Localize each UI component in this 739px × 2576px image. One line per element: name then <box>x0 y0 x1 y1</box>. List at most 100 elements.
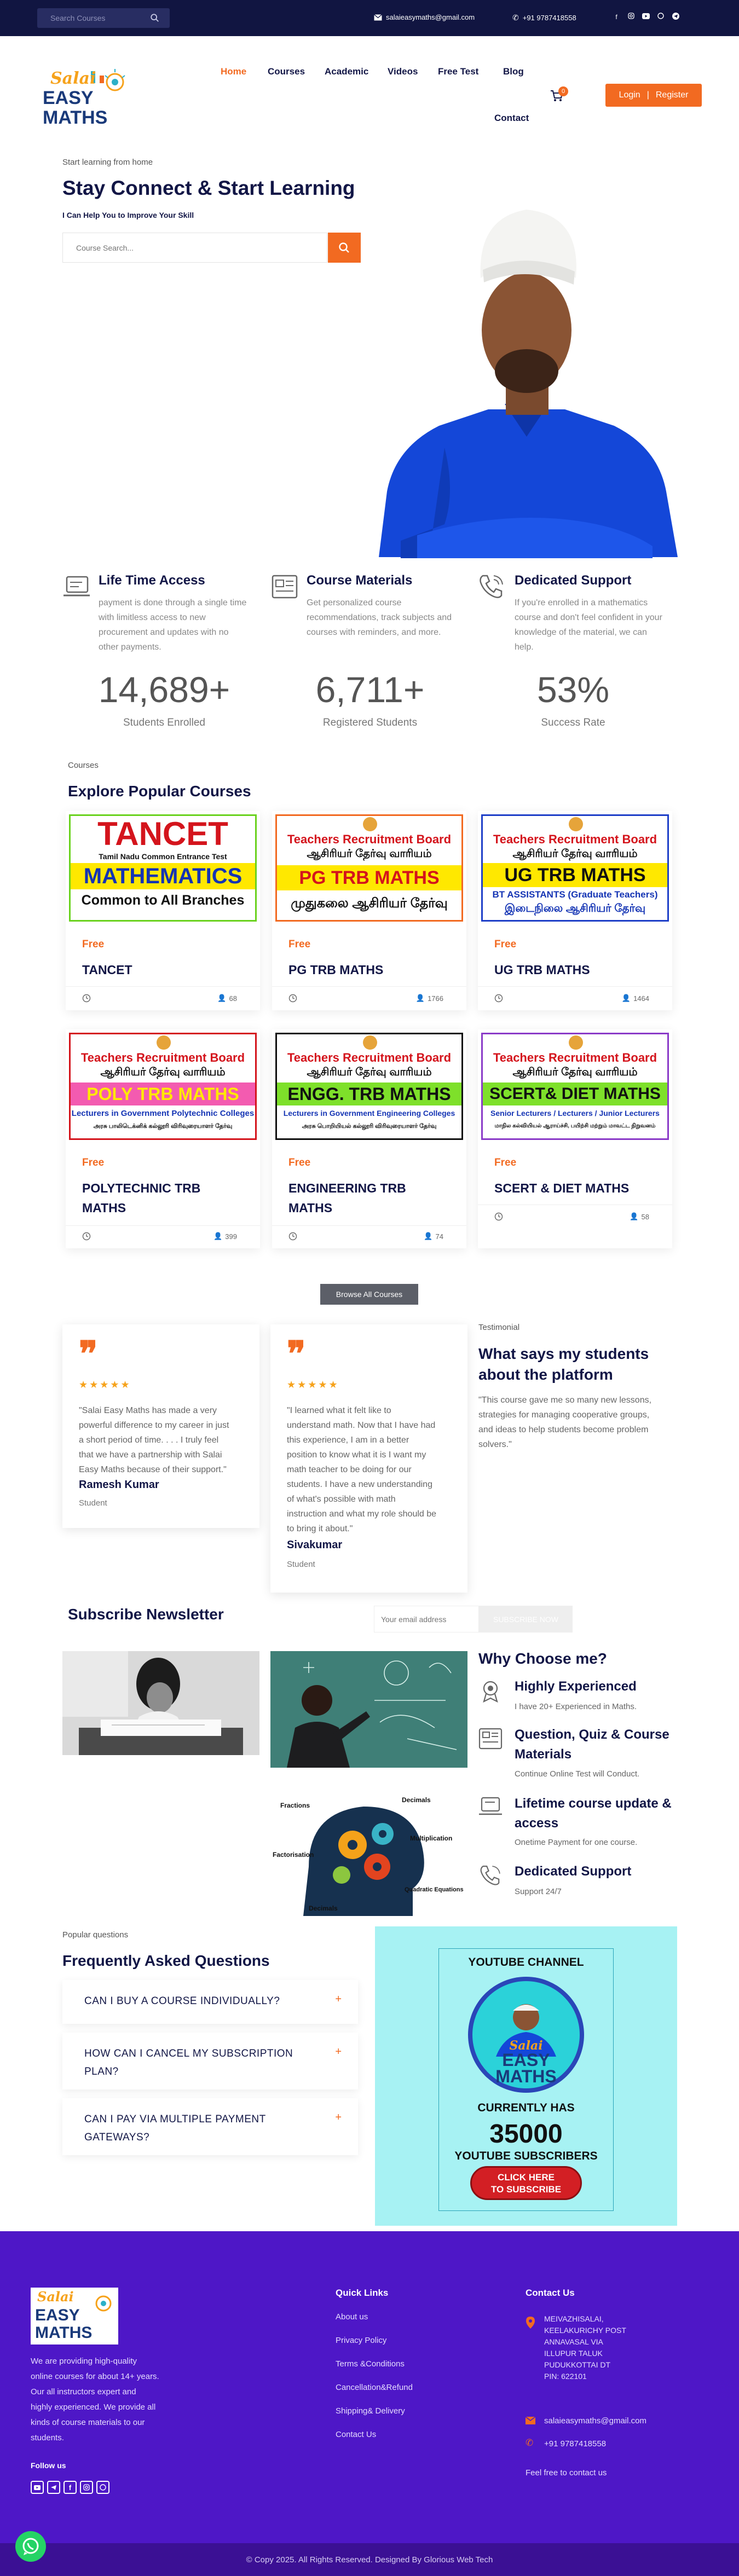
newsletter-email-input[interactable] <box>374 1606 479 1633</box>
footer-email[interactable]: salaieasymaths@gmail.com <box>544 2416 646 2426</box>
user-icon: 👤 <box>621 994 631 1002</box>
phone-icon: ✆ <box>512 13 519 22</box>
course-banner-pg-trb: Teachers Recruitment Board ஆசிரியர் தேர்… <box>275 814 463 922</box>
nav-free-test[interactable]: Free Test <box>438 66 478 77</box>
course-card-engineering-trb-maths[interactable]: Teachers Recruitment Board ஆசிரியர் தேர்… <box>272 1029 466 1248</box>
instagram-icon[interactable] <box>627 13 636 21</box>
feature-title-lifetime-access: Life Time Access <box>99 573 205 588</box>
clock-icon <box>82 1232 91 1241</box>
stat-registered-students-label: Registered Students <box>322 717 418 728</box>
register-link[interactable]: Register <box>656 90 689 100</box>
top-phone[interactable]: ✆ +91 9787418558 <box>512 13 576 22</box>
feature-text-lifetime-access: payment is done through a single time wit… <box>99 598 247 652</box>
support-phone-icon <box>480 575 503 598</box>
nav-blog[interactable]: Blog <box>503 66 524 77</box>
subscribe-button[interactable]: SUBSCRIBE NOW <box>479 1606 573 1633</box>
telegram-icon[interactable] <box>47 2481 60 2494</box>
top-phone-text[interactable]: +91 9787418558 <box>523 14 576 22</box>
contact-us-title: Contact Us <box>526 2288 575 2298</box>
plus-icon[interactable]: + <box>335 2046 342 2058</box>
faq-kicker: Popular questions <box>62 1930 129 1940</box>
plus-icon[interactable]: + <box>335 2111 342 2124</box>
nav-contact[interactable]: Contact <box>494 113 529 124</box>
search-icon[interactable] <box>150 13 160 23</box>
footer-link-contact[interactable]: Contact Us <box>336 2430 376 2439</box>
footer-link-privacy[interactable]: Privacy Policy <box>336 2336 386 2345</box>
youtube-icon[interactable] <box>642 13 650 21</box>
tn-emblem-icon <box>363 1035 377 1050</box>
youtube-promo-panel[interactable]: YOUTUBE CHANNEL Salai EASY MATHS CURRENT… <box>375 1926 677 2226</box>
whatsapp-icon <box>22 2538 39 2555</box>
login-link[interactable]: Login <box>619 90 640 100</box>
footer-phone[interactable]: +91 9787418558 <box>544 2439 606 2448</box>
course-banner-ug-trb: Teachers Recruitment Board ஆசிரியர் தேர்… <box>481 814 669 922</box>
whatsapp-icon[interactable] <box>656 13 665 21</box>
browse-all-courses-button[interactable]: Browse All Courses <box>320 1284 418 1305</box>
faq-question[interactable]: CAN I PAY VIA MULTIPLE PAYMENT GATEWAYS? <box>84 2110 266 2146</box>
instagram-icon[interactable] <box>80 2481 93 2494</box>
why-item-text: I have 20+ Experienced in Maths. <box>515 1702 637 1711</box>
course-card-ug-trb-maths[interactable]: Teachers Recruitment Board ஆசிரியர் தேர்… <box>478 811 672 1010</box>
footer-link-cancellation[interactable]: Cancellation&Refund <box>336 2383 413 2392</box>
bulb-icon <box>95 2295 112 2312</box>
facebook-icon[interactable]: f <box>63 2481 77 2494</box>
course-students: 👤 1766 <box>415 994 443 1003</box>
nav-academic[interactable]: Academic <box>325 66 368 77</box>
top-email-text[interactable]: salaieasymaths@gmail.com <box>386 13 475 21</box>
plus-icon[interactable]: + <box>335 1993 342 2006</box>
mail-icon <box>374 14 382 20</box>
hero-search-button[interactable] <box>328 233 361 263</box>
why-item-title: Dedicated Support <box>515 1864 632 1879</box>
whatsapp-float-button[interactable] <box>15 2531 46 2562</box>
course-materials-icon <box>272 575 298 599</box>
logo-word-3: MATHS <box>43 107 108 128</box>
auth-buttons: Login | Register <box>605 84 702 107</box>
subscribe-cta-button[interactable]: CLICK HERE TO SUBSCRIBE <box>470 2166 582 2200</box>
board-label: Factorisation <box>273 1851 314 1859</box>
course-card-scert-diet-maths[interactable]: Teachers Recruitment Board ஆசிரியர் தேர்… <box>478 1029 672 1248</box>
course-title[interactable]: TANCET <box>82 960 246 980</box>
youtube-header: YOUTUBE CHANNEL <box>468 1956 584 1969</box>
faq-item[interactable]: CAN I PAY VIA MULTIPLE PAYMENT GATEWAYS? … <box>62 2098 358 2155</box>
whatsapp-icon[interactable] <box>96 2481 109 2494</box>
footer-link-shipping[interactable]: Shipping& Delivery <box>336 2406 405 2416</box>
course-title[interactable]: PG TRB MATHS <box>288 960 453 980</box>
course-banner-engg-trb: Teachers Recruitment Board ஆசிரியர் தேர்… <box>275 1033 463 1140</box>
testimonials-kicker: Testimonial <box>478 1323 520 1332</box>
feature-text-course-materials: Get personalized course recommendations, … <box>307 598 452 637</box>
board-label: Multiplication <box>410 1834 452 1842</box>
board-label: Decimals <box>309 1904 338 1912</box>
top-search-input[interactable] <box>37 8 147 28</box>
copyright-bar: © Copy 2025. All Rights Reserved. Design… <box>0 2543 739 2576</box>
course-students: 👤 1464 <box>621 994 649 1003</box>
footer-link-terms[interactable]: Terms &Conditions <box>336 2359 405 2369</box>
nav-videos[interactable]: Videos <box>388 66 418 77</box>
faq-item[interactable]: HOW CAN I CANCEL MY SUBSCRIPTION PLAN? + <box>62 2033 358 2089</box>
nav-courses[interactable]: Courses <box>268 66 305 77</box>
testimonial-card: ❞ ★★★★★ "I learned what it felt like to u… <box>270 1324 467 1593</box>
course-card-polytechnic-trb-maths[interactable]: Teachers Recruitment Board ஆசிரியர் தேர்… <box>66 1029 260 1248</box>
course-card-tancet[interactable]: TANCET Tamil Nadu Common Entrance Test M… <box>66 811 260 1010</box>
board-label: Fractions <box>280 1802 310 1809</box>
why-choose-title: Why Choose me? <box>478 1650 607 1667</box>
youtube-icon[interactable] <box>31 2481 44 2494</box>
footer-logo[interactable]: Salai EASY MATHS <box>31 2288 118 2345</box>
hero-search-input[interactable] <box>63 233 326 262</box>
course-card-pg-trb-maths[interactable]: Teachers Recruitment Board ஆசிரியர் தேர்… <box>272 811 466 1010</box>
course-title[interactable]: ENGINEERING TRB MATHS <box>288 1178 453 1218</box>
courses-kicker: Courses <box>68 761 99 770</box>
tn-emblem-icon <box>157 1035 171 1050</box>
faq-question[interactable]: CAN I BUY A COURSE INDIVIDUALLY? <box>84 1992 280 2010</box>
telegram-icon[interactable] <box>671 13 680 21</box>
nav-home[interactable]: Home <box>221 66 246 77</box>
facebook-icon[interactable]: f <box>612 13 621 21</box>
course-title[interactable]: POLYTECHNIC TRB MATHS <box>82 1178 246 1218</box>
faq-item[interactable]: CAN I BUY A COURSE INDIVIDUALLY? + <box>62 1980 358 2024</box>
course-title[interactable]: UG TRB MATHS <box>494 960 659 980</box>
site-logo[interactable]: Salai EASY MATHS <box>38 65 129 128</box>
course-title[interactable]: SCERT & DIET MATHS <box>494 1178 659 1198</box>
footer-about: We are providing high-quality online cour… <box>31 2357 159 2442</box>
top-email[interactable]: salaieasymaths@gmail.com <box>374 13 475 21</box>
faq-question[interactable]: HOW CAN I CANCEL MY SUBSCRIPTION PLAN? <box>84 2045 293 2081</box>
footer-link-about[interactable]: About us <box>336 2312 368 2322</box>
